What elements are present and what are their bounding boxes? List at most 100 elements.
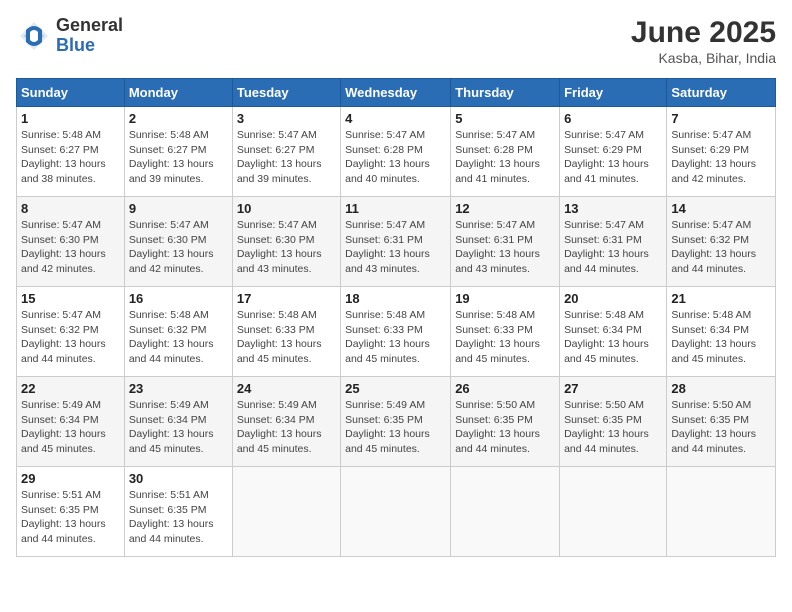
calendar-cell: 25 Sunrise: 5:49 AMSunset: 6:35 PMDayligh… (341, 377, 451, 467)
calendar-cell: 2Sunrise: 5:48 AMSunset: 6:27 PMDaylight… (124, 107, 232, 197)
day-info: Sunrise: 5:49 AMSunset: 6:34 PMDaylight:… (129, 398, 228, 457)
day-number: 12 (455, 201, 555, 216)
day-info: Sunrise: 5:47 AMSunset: 6:31 PMDaylight:… (345, 218, 446, 277)
day-info: Sunrise: 5:48 AMSunset: 6:33 PMDaylight:… (345, 308, 446, 367)
calendar-cell: 20 Sunrise: 5:48 AMSunset: 6:34 PMDayligh… (560, 287, 667, 377)
day-number: 28 (671, 381, 771, 396)
header-row: SundayMondayTuesdayWednesdayThursdayFrid… (17, 79, 776, 107)
day-number: 1 (21, 111, 120, 126)
day-number: 5 (455, 111, 555, 126)
day-number: 23 (129, 381, 228, 396)
calendar-cell: 27 Sunrise: 5:50 AMSunset: 6:35 PMDayligh… (560, 377, 667, 467)
day-info: Sunrise: 5:47 AMSunset: 6:31 PMDaylight:… (455, 218, 555, 277)
header-tuesday: Tuesday (232, 79, 340, 107)
calendar-cell: 28Sunrise: 5:50 AMSunset: 6:35 PMDayligh… (667, 377, 776, 467)
day-info: Sunrise: 5:48 AMSunset: 6:33 PMDaylight:… (237, 308, 336, 367)
calendar-cell (341, 467, 451, 557)
day-number: 21 (671, 291, 771, 306)
header-thursday: Thursday (451, 79, 560, 107)
day-info: Sunrise: 5:47 AMSunset: 6:29 PMDaylight:… (671, 128, 771, 187)
day-info: Sunrise: 5:50 AMSunset: 6:35 PMDaylight:… (564, 398, 662, 457)
calendar-cell: 15 Sunrise: 5:47 AMSunset: 6:32 PMDayligh… (17, 287, 125, 377)
day-info: Sunrise: 5:47 AMSunset: 6:28 PMDaylight:… (455, 128, 555, 187)
calendar-cell (232, 467, 340, 557)
day-number: 30 (129, 471, 228, 486)
page-header: General Blue June 2025 Kasba, Bihar, Ind… (16, 16, 776, 66)
day-number: 6 (564, 111, 662, 126)
day-number: 4 (345, 111, 446, 126)
day-number: 15 (21, 291, 120, 306)
day-info: Sunrise: 5:49 AMSunset: 6:34 PMDaylight:… (21, 398, 120, 457)
day-number: 26 (455, 381, 555, 396)
day-info: Sunrise: 5:51 AMSunset: 6:35 PMDaylight:… (129, 488, 228, 547)
calendar-cell: 9 Sunrise: 5:47 AMSunset: 6:30 PMDaylight… (124, 197, 232, 287)
month-title: June 2025 (631, 16, 776, 50)
day-info: Sunrise: 5:47 AMSunset: 6:29 PMDaylight:… (564, 128, 662, 187)
calendar-cell: 11 Sunrise: 5:47 AMSunset: 6:31 PMDayligh… (341, 197, 451, 287)
day-info: Sunrise: 5:48 AMSunset: 6:34 PMDaylight:… (564, 308, 662, 367)
header-saturday: Saturday (667, 79, 776, 107)
day-number: 10 (237, 201, 336, 216)
calendar-cell: 12 Sunrise: 5:47 AMSunset: 6:31 PMDayligh… (451, 197, 560, 287)
calendar-week-3: 15 Sunrise: 5:47 AMSunset: 6:32 PMDayligh… (17, 287, 776, 377)
calendar-body: 1Sunrise: 5:48 AMSunset: 6:27 PMDaylight… (17, 107, 776, 557)
calendar-cell: 16Sunrise: 5:48 AMSunset: 6:32 PMDayligh… (124, 287, 232, 377)
calendar-cell: 21Sunrise: 5:48 AMSunset: 6:34 PMDayligh… (667, 287, 776, 377)
logo-general: General (56, 16, 123, 36)
day-number: 2 (129, 111, 228, 126)
calendar-cell: 7 Sunrise: 5:47 AMSunset: 6:29 PMDaylight… (667, 107, 776, 197)
calendar-table: SundayMondayTuesdayWednesdayThursdayFrid… (16, 78, 776, 557)
header-wednesday: Wednesday (341, 79, 451, 107)
day-info: Sunrise: 5:48 AMSunset: 6:32 PMDaylight:… (129, 308, 228, 367)
day-info: Sunrise: 5:50 AMSunset: 6:35 PMDaylight:… (455, 398, 555, 457)
day-number: 7 (671, 111, 771, 126)
day-number: 19 (455, 291, 555, 306)
day-number: 13 (564, 201, 662, 216)
calendar-cell: 23 Sunrise: 5:49 AMSunset: 6:34 PMDayligh… (124, 377, 232, 467)
day-number: 18 (345, 291, 446, 306)
location: Kasba, Bihar, India (631, 50, 776, 66)
day-info: Sunrise: 5:47 AMSunset: 6:30 PMDaylight:… (21, 218, 120, 277)
calendar-cell: 18 Sunrise: 5:48 AMSunset: 6:33 PMDayligh… (341, 287, 451, 377)
day-info: Sunrise: 5:48 AMSunset: 6:33 PMDaylight:… (455, 308, 555, 367)
day-info: Sunrise: 5:47 AMSunset: 6:31 PMDaylight:… (564, 218, 662, 277)
day-number: 14 (671, 201, 771, 216)
calendar-cell: 13 Sunrise: 5:47 AMSunset: 6:31 PMDayligh… (560, 197, 667, 287)
day-info: Sunrise: 5:47 AMSunset: 6:30 PMDaylight:… (237, 218, 336, 277)
calendar-week-5: 29 Sunrise: 5:51 AMSunset: 6:35 PMDayligh… (17, 467, 776, 557)
day-info: Sunrise: 5:49 AMSunset: 6:35 PMDaylight:… (345, 398, 446, 457)
day-number: 27 (564, 381, 662, 396)
day-info: Sunrise: 5:47 AMSunset: 6:30 PMDaylight:… (129, 218, 228, 277)
calendar-cell: 6 Sunrise: 5:47 AMSunset: 6:29 PMDaylight… (560, 107, 667, 197)
calendar-cell: 8 Sunrise: 5:47 AMSunset: 6:30 PMDaylight… (17, 197, 125, 287)
calendar-cell: 24Sunrise: 5:49 AMSunset: 6:34 PMDayligh… (232, 377, 340, 467)
calendar-cell (451, 467, 560, 557)
logo-blue: Blue (56, 36, 123, 56)
calendar-cell: 19 Sunrise: 5:48 AMSunset: 6:33 PMDayligh… (451, 287, 560, 377)
calendar-week-2: 8 Sunrise: 5:47 AMSunset: 6:30 PMDaylight… (17, 197, 776, 287)
calendar-header: SundayMondayTuesdayWednesdayThursdayFrid… (17, 79, 776, 107)
day-number: 8 (21, 201, 120, 216)
logo-text: General Blue (56, 16, 123, 56)
day-info: Sunrise: 5:51 AMSunset: 6:35 PMDaylight:… (21, 488, 120, 547)
day-number: 25 (345, 381, 446, 396)
day-number: 22 (21, 381, 120, 396)
calendar-cell: 26 Sunrise: 5:50 AMSunset: 6:35 PMDayligh… (451, 377, 560, 467)
day-number: 11 (345, 201, 446, 216)
calendar-cell: 29 Sunrise: 5:51 AMSunset: 6:35 PMDayligh… (17, 467, 125, 557)
calendar-cell (560, 467, 667, 557)
calendar-week-1: 1Sunrise: 5:48 AMSunset: 6:27 PMDaylight… (17, 107, 776, 197)
day-number: 29 (21, 471, 120, 486)
logo-icon (16, 18, 52, 54)
calendar-cell: 5 Sunrise: 5:47 AMSunset: 6:28 PMDaylight… (451, 107, 560, 197)
day-number: 20 (564, 291, 662, 306)
day-info: Sunrise: 5:47 AMSunset: 6:27 PMDaylight:… (237, 128, 336, 187)
calendar-cell: 17Sunrise: 5:48 AMSunset: 6:33 PMDayligh… (232, 287, 340, 377)
calendar-cell: 10 Sunrise: 5:47 AMSunset: 6:30 PMDayligh… (232, 197, 340, 287)
day-number: 9 (129, 201, 228, 216)
calendar-cell: 14Sunrise: 5:47 AMSunset: 6:32 PMDayligh… (667, 197, 776, 287)
calendar-week-4: 22 Sunrise: 5:49 AMSunset: 6:34 PMDayligh… (17, 377, 776, 467)
calendar-cell: 3Sunrise: 5:47 AMSunset: 6:27 PMDaylight… (232, 107, 340, 197)
day-info: Sunrise: 5:47 AMSunset: 6:32 PMDaylight:… (21, 308, 120, 367)
day-info: Sunrise: 5:49 AMSunset: 6:34 PMDaylight:… (237, 398, 336, 457)
